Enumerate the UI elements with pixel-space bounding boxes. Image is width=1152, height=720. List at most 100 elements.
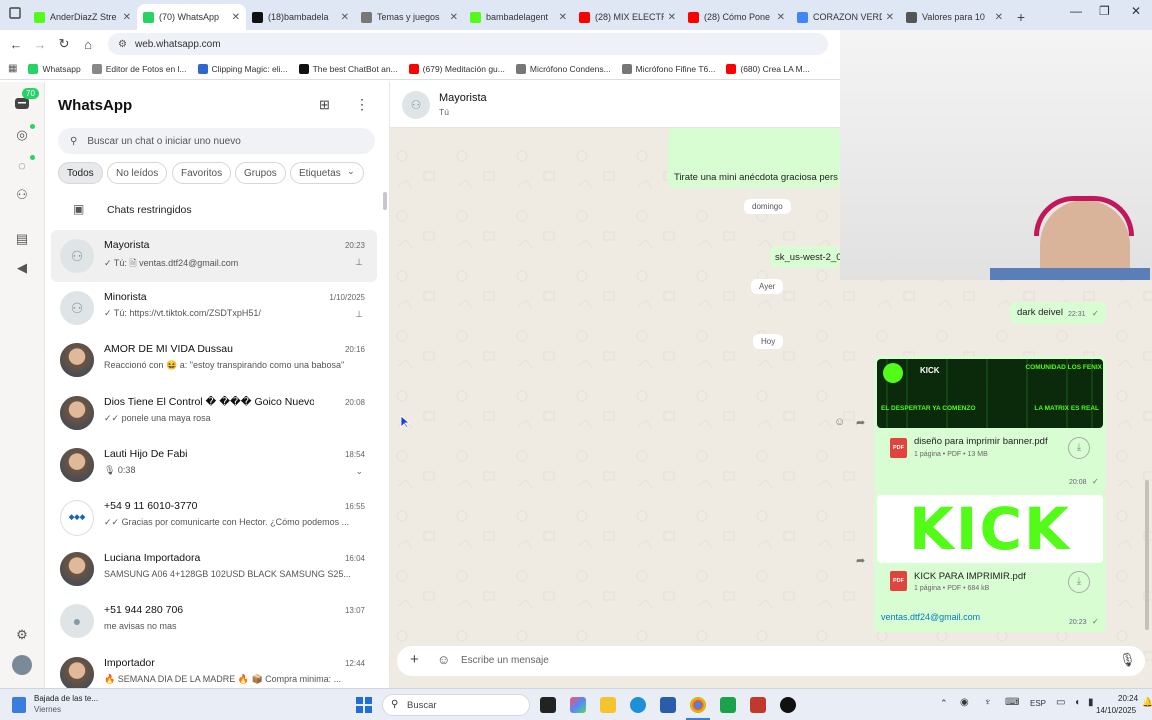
message-bubble-dark[interactable]: dark deivel 22:31 ✓	[1010, 302, 1106, 324]
email-link[interactable]: ventas.dtf24@gmail.com	[881, 612, 980, 622]
sticker-icon[interactable]: ☺	[437, 652, 450, 667]
browser-tab[interactable]: AnderDiazZ Stre ✕	[28, 4, 137, 30]
bookmark-item[interactable]: Editor de Fotos en l...	[91, 63, 187, 74]
close-tab-icon[interactable]: ✕	[341, 12, 349, 23]
forward-icon[interactable]: ➦	[856, 554, 865, 567]
edge-icon[interactable]	[630, 697, 646, 713]
microphone-icon[interactable]: 🎙	[1119, 652, 1136, 668]
chat-list-item[interactable]: ● +51 944 280 706 13:07 me avisas no mas	[51, 595, 377, 647]
chat-list-item[interactable]: Luciana Importadora 16:04 SAMSUNG A06 4+12…	[51, 543, 377, 595]
close-tab-icon[interactable]: ✕	[559, 12, 567, 23]
weather-icon[interactable]	[12, 697, 26, 713]
browser-tab[interactable]: (70) WhatsApp ✕	[137, 4, 246, 30]
browser-tab[interactable]: CORAZON VERD ✕	[791, 4, 900, 30]
chat-list-item[interactable]: AMOR DE MI VIDA Dussau 20:16 Reaccionó con…	[51, 334, 377, 386]
battery-icon[interactable]: ▮	[1088, 697, 1094, 708]
filter-grupos[interactable]: Grupos	[235, 162, 286, 184]
task-view-icon[interactable]	[540, 697, 556, 713]
close-tab-icon[interactable]: ✕	[995, 12, 1003, 23]
download-icon[interactable]: ⤓	[1068, 437, 1090, 459]
filter-no-leidos[interactable]: No leídos	[107, 162, 168, 184]
filter-etiquetas[interactable]: Etiquetas ⌄	[290, 162, 364, 184]
windows-start-icon[interactable]	[356, 697, 372, 713]
browser-tab[interactable]: (18)bambadela ✕	[246, 4, 355, 30]
attach-plus-icon[interactable]: +	[410, 651, 419, 668]
site-info-icon[interactable]: ⚙	[118, 39, 127, 50]
bookmark-item[interactable]: Clipping Magic: eli...	[197, 63, 288, 74]
download-icon[interactable]: ⤓	[1068, 571, 1090, 593]
status-icon[interactable]: ◎	[13, 126, 31, 144]
volume-icon[interactable]: ◖	[1074, 697, 1080, 708]
notification-icon[interactable]: 🔔	[1142, 697, 1152, 708]
forward-icon[interactable]: ➦	[856, 416, 865, 429]
close-tab-icon[interactable]: ✕	[123, 12, 131, 23]
conversation-scrollbar[interactable]	[1145, 480, 1149, 630]
chat-list-item[interactable]: Importador 12:44 🔥 SEMANA DIA DE LA MADRE …	[51, 648, 377, 688]
taskbar-search[interactable]: ⚲ Buscar	[382, 694, 530, 716]
list-scrollbar[interactable]	[383, 192, 387, 210]
reload-icon[interactable]: ↻	[52, 36, 76, 52]
profile-avatar[interactable]	[12, 655, 32, 675]
compose-bar[interactable]: + ☺ Escribe un mensaje 🎙	[397, 646, 1145, 676]
language-indicator[interactable]: ESP	[1030, 699, 1046, 708]
chat-list-item[interactable]: ◆◆◆ +54 9 11 6010-3770 16:55 ✓✓ Gracias por…	[51, 491, 377, 543]
chat-list-item[interactable]: ⚇ Minorista 1/10/2025 ✓ Tú: https://vt.tikt…	[51, 282, 377, 334]
apps-icon[interactable]: ▦	[8, 63, 17, 74]
minimize-icon[interactable]: —	[1070, 4, 1082, 18]
browser-tab[interactable]: Temas y juegos ✕	[355, 4, 464, 30]
communities-icon[interactable]: ⚇	[13, 186, 31, 204]
filter-todos[interactable]: Todos	[58, 162, 103, 184]
close-tab-icon[interactable]: ✕	[232, 12, 240, 23]
search-input[interactable]: ⚲ Buscar un chat o iniciar uno nuevo	[58, 128, 375, 154]
emoji-react-icon[interactable]: ☺	[834, 416, 845, 428]
chat-list-item[interactable]: Lauti Hijo De Fabi 18:54 🎙 0:38 ⌄	[51, 439, 377, 491]
tab-search-icon[interactable]	[8, 6, 22, 20]
close-tab-icon[interactable]: ✕	[668, 12, 676, 23]
chrome-icon[interactable]	[690, 697, 706, 713]
file-explorer-icon[interactable]	[600, 697, 616, 713]
group-avatar-icon[interactable]: ⚇	[402, 91, 430, 119]
conversation-header[interactable]: ⚇ Mayorista Tú	[390, 82, 840, 128]
file-message-banner[interactable]: KICK COMUNIDAD LOS FENIX EL DESPERTAR YA…	[874, 356, 1106, 492]
store-icon[interactable]: ▤	[13, 230, 31, 248]
message-bubble-sk[interactable]: sk_us-west-2_0	[770, 246, 842, 268]
bookmark-item[interactable]: (679) Meditación gu...	[408, 63, 505, 74]
bookmark-item[interactable]: Whatsapp	[28, 63, 81, 74]
bookmark-item[interactable]: (680) Crea LA M...	[726, 63, 810, 74]
clock-time[interactable]: 20:24	[1118, 694, 1138, 703]
app-icon[interactable]	[750, 697, 766, 713]
tray-mic-icon[interactable]: ♆	[984, 697, 992, 708]
back-icon[interactable]: ←	[4, 37, 28, 52]
kick-preview[interactable]: KICK	[877, 495, 1103, 563]
clock-date[interactable]: 14/10/2025	[1096, 706, 1136, 715]
browser-tab[interactable]: (28) Cómo Pone ✕	[682, 4, 791, 30]
store-app-icon[interactable]	[660, 697, 676, 713]
channels-icon[interactable]: ◌	[13, 157, 31, 175]
menu-icon[interactable]: ⋮	[355, 96, 369, 113]
notepad-icon[interactable]	[720, 697, 736, 713]
forward-icon[interactable]: →	[28, 37, 52, 52]
tray-app-icon[interactable]: ◉	[960, 697, 969, 708]
copilot-icon[interactable]	[570, 697, 586, 713]
keyboard-icon[interactable]: ⌨	[1005, 697, 1019, 708]
browser-tab[interactable]: bambadelagent ✕	[464, 4, 573, 30]
tray-chevron-icon[interactable]: ⌃	[940, 698, 948, 709]
browser-tab[interactable]: Valores para 10 ✕	[900, 4, 1009, 30]
close-tab-icon[interactable]: ✕	[450, 12, 458, 23]
close-tab-icon[interactable]: ✕	[886, 12, 894, 23]
bookmark-item[interactable]: The best ChatBot an...	[298, 63, 398, 74]
restricted-chats[interactable]: Chats restringidos	[107, 204, 192, 216]
chat-list-item[interactable]: Dios Tiene El Control � ��� Goico Nuevo.…	[51, 387, 377, 439]
bookmark-item[interactable]: Micrófono Fifine T6...	[621, 63, 715, 74]
bookmark-item[interactable]: Micrófono Condens...	[515, 63, 611, 74]
settings-icon[interactable]: ⚙	[13, 626, 31, 644]
banner-preview[interactable]: KICK COMUNIDAD LOS FENIX EL DESPERTAR YA…	[877, 359, 1103, 428]
url-field[interactable]: ⚙ web.whatsapp.com	[108, 33, 828, 55]
filter-favoritos[interactable]: Favoritos	[172, 162, 232, 184]
new-chat-icon[interactable]: ⊞	[319, 97, 330, 113]
maximize-icon[interactable]: ❐	[1099, 4, 1110, 18]
home-icon[interactable]: ⌂	[76, 37, 100, 52]
message-bubble-anecdote[interactable]: Tirate una mini anécdota graciosa pers	[668, 128, 840, 188]
file-message-kick[interactable]: KICK PDF KICK PARA IMPRIMIR.pdf 1 página…	[874, 492, 1106, 632]
close-window-icon[interactable]: ✕	[1131, 4, 1141, 18]
